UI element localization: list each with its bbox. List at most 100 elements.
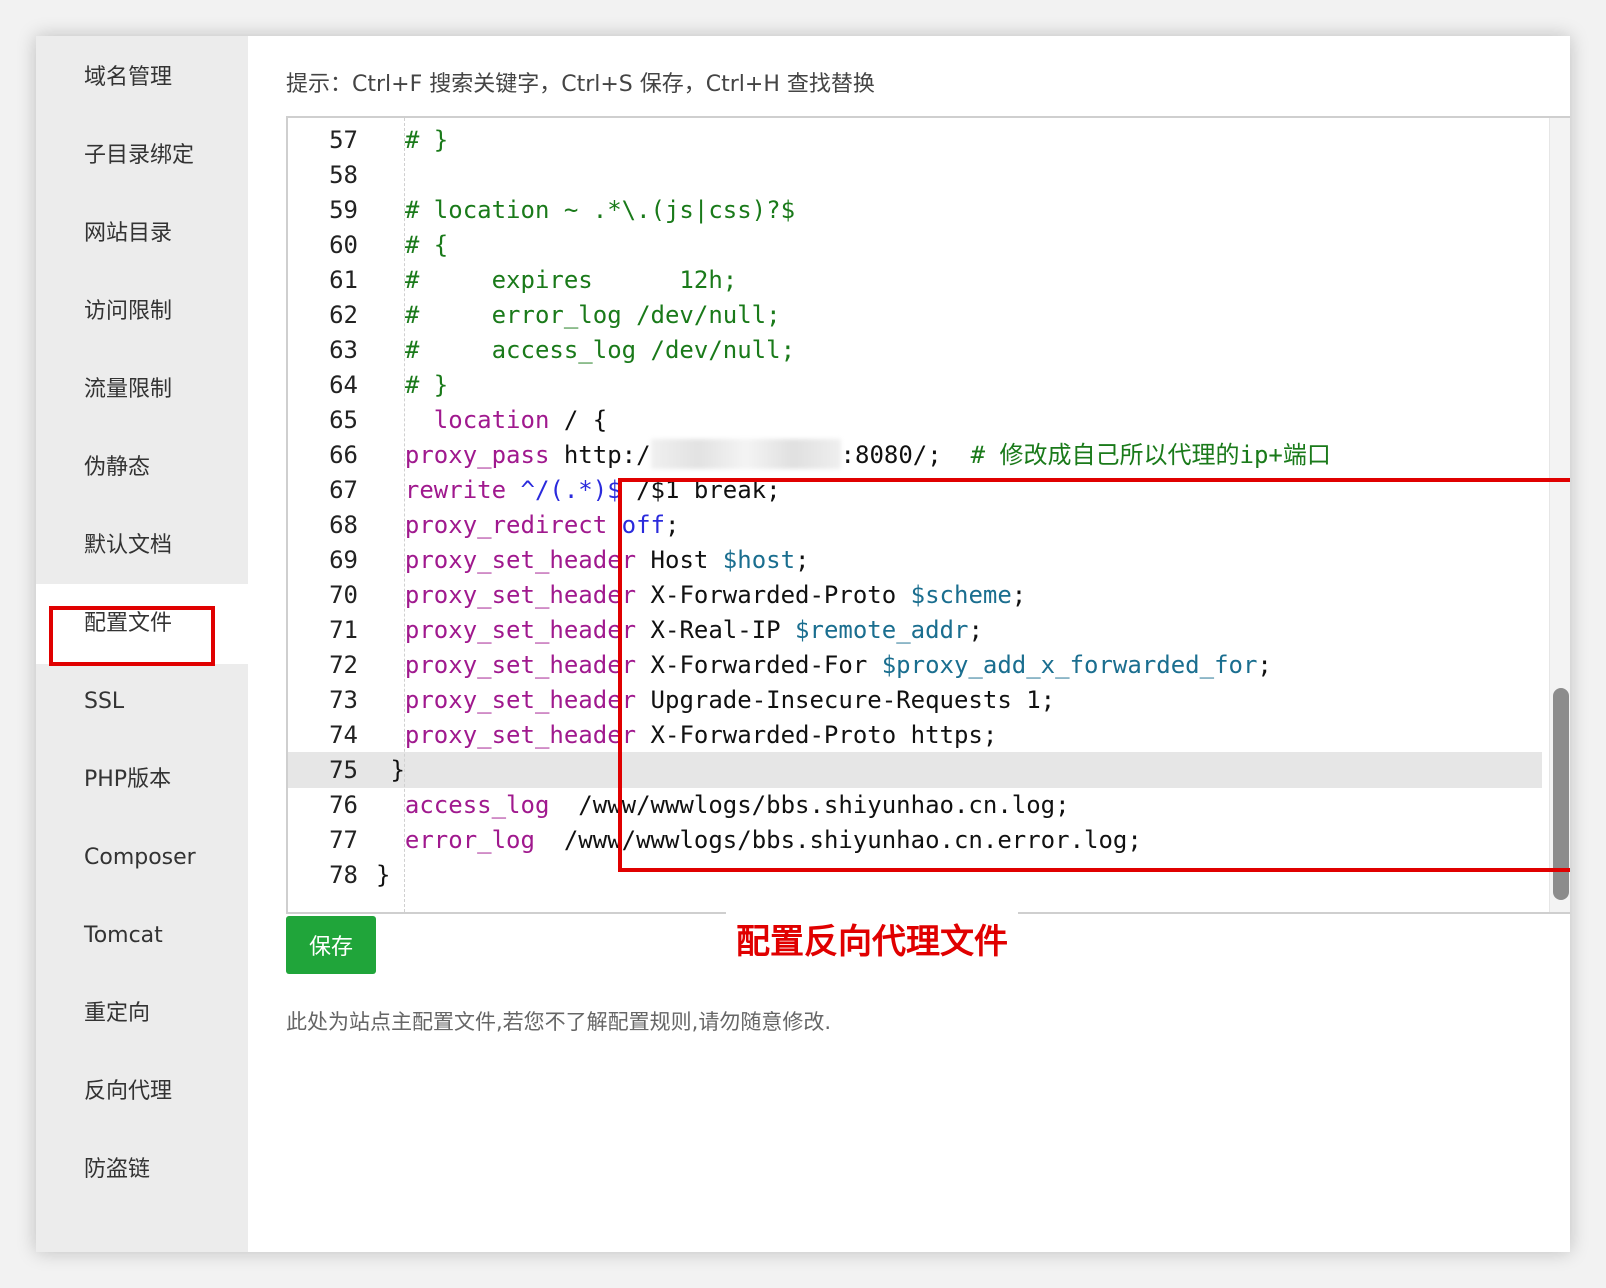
line-number: 64 [329, 371, 358, 399]
editor-scroll-thumb[interactable] [1553, 688, 1569, 900]
sidebar-item[interactable]: 配置文件 [36, 584, 248, 664]
code-line[interactable]: 58 [288, 157, 1542, 193]
code-line[interactable]: 76 access_log /www/wwwlogs/bbs.shiyunhao… [288, 787, 1542, 823]
code-line[interactable]: 78} [288, 857, 1542, 893]
sidebar-item[interactable]: Composer [36, 818, 248, 898]
code-line[interactable]: 68 proxy_redirect off; [288, 507, 1542, 543]
code-token: # } [376, 126, 449, 154]
line-number: 66 [329, 441, 358, 469]
line-number: 76 [329, 791, 358, 819]
code-token: ; [664, 511, 680, 539]
code-line[interactable]: 66 proxy_pass http:/:8080/; # 修改成自己所以代理的… [288, 437, 1542, 473]
code-token: :8080/; [840, 441, 971, 469]
code-token: proxy_set_header [376, 616, 637, 644]
code-line[interactable]: 75 } [288, 752, 1542, 788]
line-code: rewrite ^/(.*)$ /$1 break; [376, 472, 781, 508]
sidebar-item[interactable]: PHP版本 [36, 740, 248, 820]
code-token: /$1 break; [621, 476, 781, 504]
sidebar-item[interactable]: 防盗链 [36, 1130, 248, 1210]
code-token: proxy_set_header [376, 546, 637, 574]
line-code: proxy_set_header X-Forwarded-Proto $sche… [376, 577, 1026, 613]
sidebar-item[interactable]: 域名管理 [36, 38, 248, 118]
line-code: # location ~ .*\.(js|css)?$ [376, 192, 795, 228]
code-token: ^/(.*)$ [506, 476, 622, 504]
code-line[interactable]: 64 # } [288, 367, 1542, 403]
line-number: 72 [329, 651, 358, 679]
sidebar-item[interactable]: 伪静态 [36, 428, 248, 508]
code-line[interactable]: 69 proxy_set_header Host $host; [288, 542, 1542, 578]
code-line[interactable]: 65 location / { [288, 402, 1542, 438]
code-token: location [376, 406, 550, 434]
sidebar-item[interactable]: Tomcat [36, 896, 248, 976]
line-number: 65 [329, 406, 358, 434]
line-number: 73 [329, 686, 358, 714]
config-footnote: 此处为站点主配置文件,若您不了解配置规则,请勿随意修改. [286, 1010, 832, 1034]
code-token: ; [968, 616, 983, 644]
line-code: } [376, 752, 405, 788]
code-line[interactable]: 70 proxy_set_header X-Forwarded-Proto $s… [288, 577, 1542, 613]
code-token: } [376, 756, 405, 784]
code-token: $proxy_add_x_forwarded_for [881, 651, 1258, 679]
code-token: /www/wwwlogs/bbs.shiyunhao.cn.log; [549, 791, 1070, 819]
sidebar-item[interactable]: 反向代理 [36, 1052, 248, 1132]
line-number: 77 [329, 826, 358, 854]
code-token: rewrite [376, 476, 507, 504]
line-number: 75 [329, 756, 358, 784]
code-line[interactable]: 63 # access_log /dev/null; [288, 332, 1542, 368]
editor-hint: 提示：Ctrl+F 搜索关键字，Ctrl+S 保存，Ctrl+H 查找替换 [286, 72, 875, 97]
code-token: X-Forwarded-For [636, 651, 882, 679]
site-settings-window: 域名管理 子目录绑定 网站目录 访问限制 流量限制 伪静态 默认文档 配置文件 SSL PHP版本… [36, 36, 1570, 1252]
sidebar-item[interactable]: 流量限制 [36, 350, 248, 430]
code-token: proxy_set_header [376, 686, 637, 714]
line-code: proxy_pass http:/:8080/; # 修改成自己所以代理的ip+… [376, 437, 1331, 473]
code-token: Host [636, 546, 723, 574]
code-token: $scheme [910, 581, 1012, 609]
redacted-ip [650, 439, 841, 469]
editor-scrollbar[interactable] [1549, 118, 1570, 912]
code-line[interactable]: 74 proxy_set_header X-Forwarded-Proto ht… [288, 717, 1542, 753]
sidebar-item[interactable]: SSL [36, 662, 248, 742]
code-token: # { [376, 231, 449, 259]
line-code: proxy_set_header X-Forwarded-For $proxy_… [376, 647, 1272, 683]
code-line[interactable]: 57 # } [288, 122, 1542, 158]
line-number: 59 [329, 196, 358, 224]
sidebar-item[interactable]: 重定向 [36, 974, 248, 1054]
code-token: error_log [376, 826, 535, 854]
code-line[interactable]: 61 # expires 12h; [288, 262, 1542, 298]
code-token: X-Forwarded-Proto [636, 581, 911, 609]
sidebar-item[interactable]: 访问限制 [36, 272, 248, 352]
line-number: 74 [329, 721, 358, 749]
code-line[interactable]: 72 proxy_set_header X-Forwarded-For $pro… [288, 647, 1542, 683]
sidebar-item[interactable]: 网站目录 [36, 194, 248, 274]
line-code: proxy_set_header X-Forwarded-Proto https… [376, 717, 997, 753]
code-token: proxy_redirect [376, 511, 608, 539]
line-number: 69 [329, 546, 358, 574]
code-token: /www/wwwlogs/bbs.shiyunhao.cn.error.log; [534, 826, 1142, 854]
line-code: # error_log /dev/null; [376, 297, 781, 333]
code-line[interactable]: 71 proxy_set_header X-Real-IP $remote_ad… [288, 612, 1542, 648]
indent-guide [404, 118, 405, 912]
line-number: 70 [329, 581, 358, 609]
line-number: 68 [329, 511, 358, 539]
sidebar-item[interactable]: 子目录绑定 [36, 116, 248, 196]
code-editor[interactable]: 78} 77 error_log /www/wwwlogs/bbs.shiyunh… [286, 116, 1570, 914]
save-button[interactable]: 保存 [286, 916, 376, 974]
code-token: http:/ [549, 441, 651, 469]
code-line[interactable]: 67 rewrite ^/(.*)$ /$1 break; [288, 472, 1542, 508]
code-line[interactable]: 77 error_log /www/wwwlogs/bbs.shiyunhao.… [288, 822, 1542, 858]
code-token: $remote_addr [795, 616, 969, 644]
line-code: } [376, 857, 390, 893]
code-line[interactable]: 73 proxy_set_header Upgrade-Insecure-Req… [288, 682, 1542, 718]
code-token: # } [376, 371, 449, 399]
code-token: # expires 12h; [376, 266, 738, 294]
line-code: # } [376, 367, 448, 403]
code-line[interactable]: 60 # { [288, 227, 1542, 263]
code-token: proxy_set_header [376, 721, 637, 749]
code-token: ; [795, 546, 810, 574]
line-number: 67 [329, 476, 358, 504]
code-line[interactable]: 62 # error_log /dev/null; [288, 297, 1542, 333]
code-line[interactable]: 59 # location ~ .*\.(js|css)?$ [288, 192, 1542, 228]
code-token: ; [1011, 581, 1027, 609]
sidebar-item[interactable]: 默认文档 [36, 506, 248, 586]
line-code: error_log /www/wwwlogs/bbs.shiyunhao.cn.… [376, 822, 1142, 858]
